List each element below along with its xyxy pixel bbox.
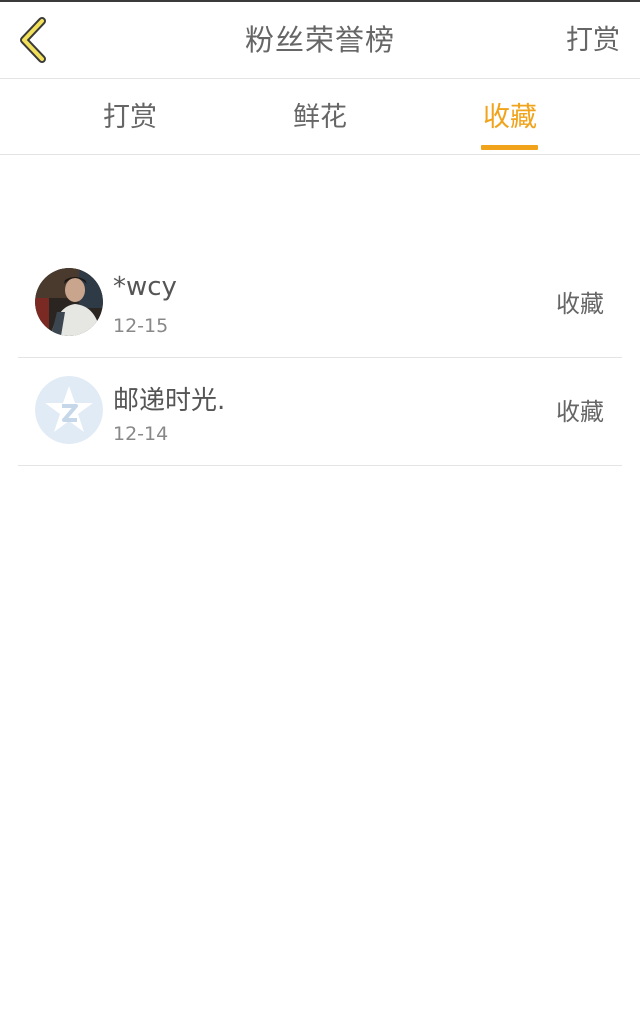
favorite-date: 12-15 — [113, 315, 169, 337]
tab-bar: 打赏 鲜花 收藏 — [0, 80, 640, 155]
user-name: 邮递时光. — [113, 386, 226, 416]
avatar — [35, 376, 103, 444]
fan-honor-screen: 粉丝荣誉榜 打赏 打赏 鲜花 收藏 *wcy 12-15 收藏 邮递时光. 12… — [0, 0, 640, 1021]
default-star-avatar-icon — [35, 376, 103, 444]
tab-reward[interactable]: 打赏 — [100, 80, 160, 155]
user-photo-avatar — [35, 268, 103, 336]
favorite-date: 12-14 — [113, 423, 169, 445]
page-title: 粉丝荣誉榜 — [244, 23, 395, 57]
list-item[interactable]: *wcy 12-15 收藏 — [18, 250, 622, 358]
user-name: *wcy — [113, 272, 177, 302]
avatar — [35, 268, 103, 336]
reward-button[interactable]: 打赏 — [566, 2, 620, 79]
tab-favorites[interactable]: 收藏 — [480, 80, 540, 155]
tab-flowers[interactable]: 鲜花 — [290, 80, 350, 155]
action-label: 收藏 — [556, 398, 604, 426]
list-item[interactable]: 邮递时光. 12-14 收藏 — [18, 358, 622, 466]
action-label: 收藏 — [556, 290, 604, 318]
header-bar: 粉丝荣誉榜 打赏 — [0, 2, 640, 79]
active-tab-indicator — [481, 145, 538, 150]
fan-list: *wcy 12-15 收藏 邮递时光. 12-14 收藏 — [18, 250, 622, 466]
